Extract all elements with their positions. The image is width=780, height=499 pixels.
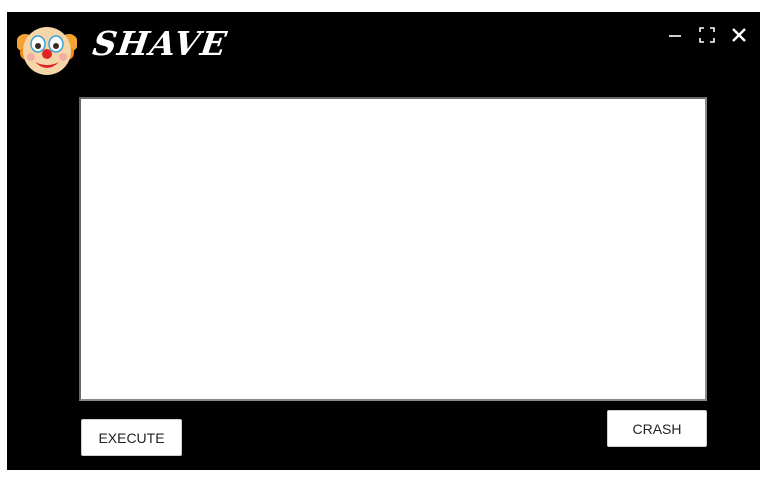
execute-button[interactable]: EXECUTE	[81, 419, 182, 456]
clown-face-icon	[16, 19, 78, 79]
crash-button[interactable]: CRASH	[607, 410, 707, 447]
maximize-icon[interactable]	[696, 24, 718, 46]
script-editor[interactable]	[79, 97, 707, 401]
close-icon[interactable]	[728, 24, 750, 46]
app-title: SHAVE	[90, 24, 230, 63]
window-controls	[664, 24, 750, 46]
app-window: SHAVE EXECUTE CRASH	[7, 12, 760, 470]
minimize-icon[interactable]	[664, 24, 686, 46]
